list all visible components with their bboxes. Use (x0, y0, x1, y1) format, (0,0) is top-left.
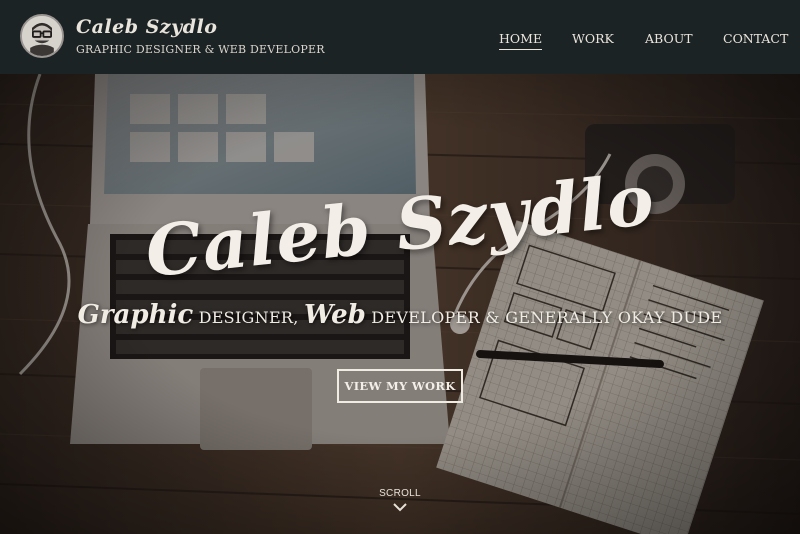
subtitle-text-developer: DEVELOPER & GENERALLY OKAY DUDE (365, 308, 723, 327)
brand-tagline: GRAPHIC DESIGNER & WEB DEVELOPER (76, 43, 325, 56)
nav-home[interactable]: HOME (499, 31, 543, 50)
logo-avatar-icon[interactable] (20, 14, 64, 58)
hero-section: Caleb Szydlo Graphic DESIGNER, Web DEVEL… (0, 74, 800, 534)
hero-subtitle: Graphic DESIGNER, Web DEVELOPER & GENERA… (0, 300, 800, 330)
subtitle-word-web: Web (304, 300, 366, 330)
subtitle-text-designer: DESIGNER, (193, 308, 305, 327)
nav-work[interactable]: WORK (572, 31, 614, 46)
subtitle-word-graphic: Graphic (77, 300, 194, 330)
nav-about[interactable]: ABOUT (645, 31, 693, 46)
site-header: Caleb Szydlo GRAPHIC DESIGNER & WEB DEVE… (0, 0, 800, 74)
scroll-label[interactable]: SCROLL (350, 488, 450, 499)
brand-name[interactable]: Caleb Szydlo (76, 16, 217, 38)
view-my-work-button[interactable]: VIEW MY WORK (337, 369, 463, 403)
nav-contact[interactable]: CONTACT (723, 31, 788, 46)
chevron-down-icon[interactable] (392, 502, 408, 512)
